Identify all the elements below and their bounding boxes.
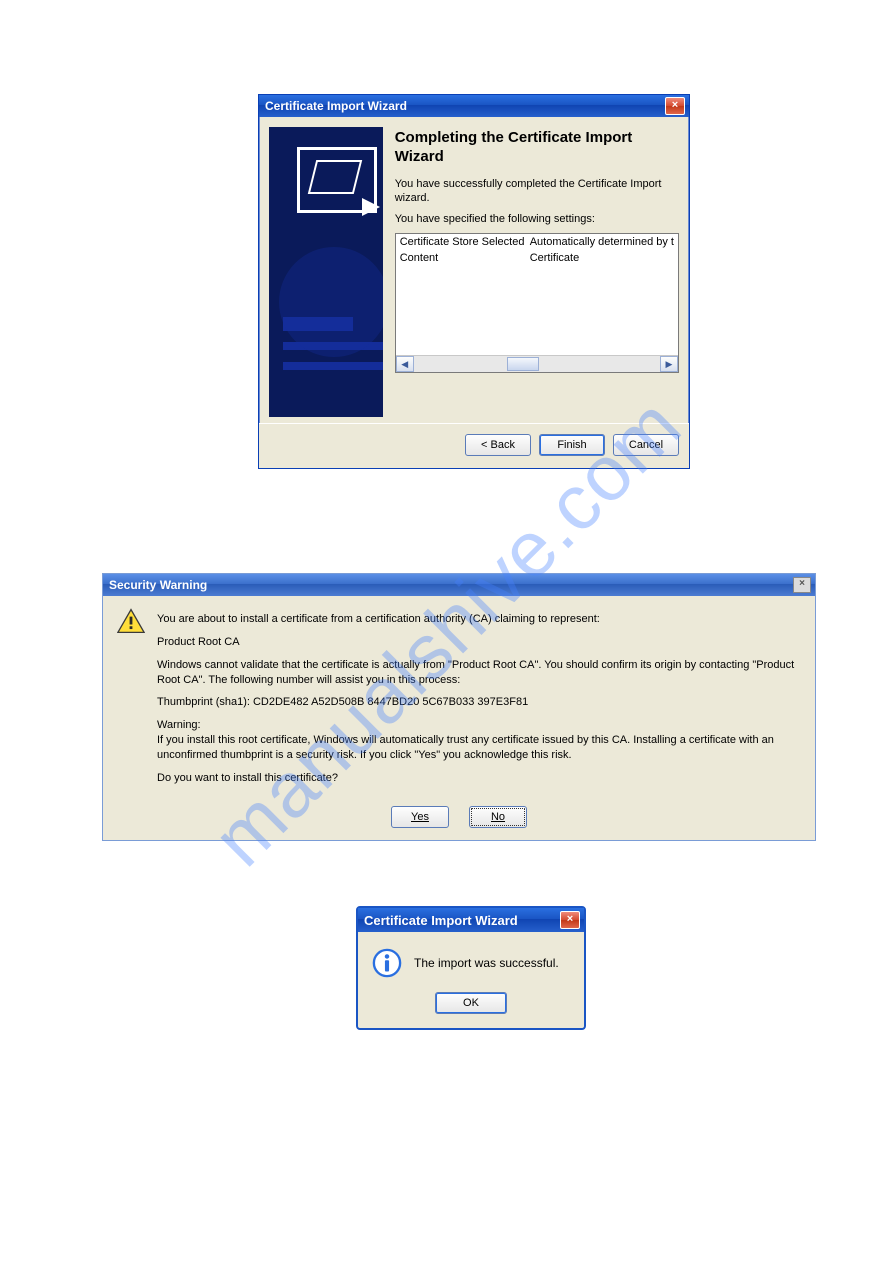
- wizard-settings-label: You have specified the following setting…: [395, 212, 679, 227]
- no-button[interactable]: No: [469, 806, 527, 828]
- security-warning-dialog: Security Warning × You are about to inst…: [102, 573, 816, 841]
- security-validation-text: Windows cannot validate that the certifi…: [157, 658, 801, 688]
- wizard-sidebar-graphic: [269, 127, 383, 417]
- info-icon: [372, 948, 402, 978]
- security-ca-name: Product Root CA: [157, 635, 801, 650]
- finish-button[interactable]: Finish: [539, 434, 605, 456]
- table-row: Content Certificate: [396, 250, 678, 266]
- security-text-intro: You are about to install a certificate f…: [157, 612, 801, 627]
- ok-button[interactable]: OK: [435, 992, 507, 1014]
- wizard-success-text: You have successfully completed the Cert…: [395, 177, 679, 207]
- wizard-heading: Completing the Certificate Import Wizard: [395, 129, 679, 167]
- certificate-icon: [297, 147, 377, 213]
- success-message: The import was successful.: [414, 956, 559, 970]
- wizard-titlebar[interactable]: Certificate Import Wizard ×: [259, 95, 689, 117]
- security-title: Security Warning: [109, 578, 207, 592]
- close-icon[interactable]: ×: [793, 577, 811, 593]
- scroll-track[interactable]: [414, 356, 660, 372]
- warning-icon: [117, 608, 145, 634]
- scroll-left-icon[interactable]: ◀: [396, 356, 414, 372]
- settings-listbox[interactable]: Certificate Store Selected Automatically…: [395, 233, 679, 373]
- horizontal-scrollbar[interactable]: ◀ ▶: [396, 355, 678, 372]
- security-question: Do you want to install this certificate?: [157, 771, 801, 786]
- close-icon[interactable]: ×: [560, 911, 580, 929]
- wizard-title: Certificate Import Wizard: [265, 99, 407, 113]
- import-success-dialog: Certificate Import Wizard × The import w…: [356, 906, 586, 1030]
- cancel-button[interactable]: Cancel: [613, 434, 679, 456]
- close-icon[interactable]: ×: [665, 97, 685, 115]
- scroll-thumb[interactable]: [507, 357, 539, 371]
- success-titlebar[interactable]: Certificate Import Wizard ×: [358, 908, 584, 932]
- scroll-right-icon[interactable]: ▶: [660, 356, 678, 372]
- back-button[interactable]: < Back: [465, 434, 531, 456]
- security-warning-text: Warning: If you install this root certif…: [157, 718, 801, 763]
- cert-import-wizard-dialog: Certificate Import Wizard × Completing t…: [258, 94, 690, 469]
- yes-button[interactable]: Yes: [391, 806, 449, 828]
- table-row: Certificate Store Selected Automatically…: [396, 234, 678, 250]
- security-titlebar[interactable]: Security Warning ×: [103, 574, 815, 596]
- security-thumbprint: Thumbprint (sha1): CD2DE482 A52D508B 844…: [157, 695, 801, 710]
- success-title: Certificate Import Wizard: [364, 913, 518, 928]
